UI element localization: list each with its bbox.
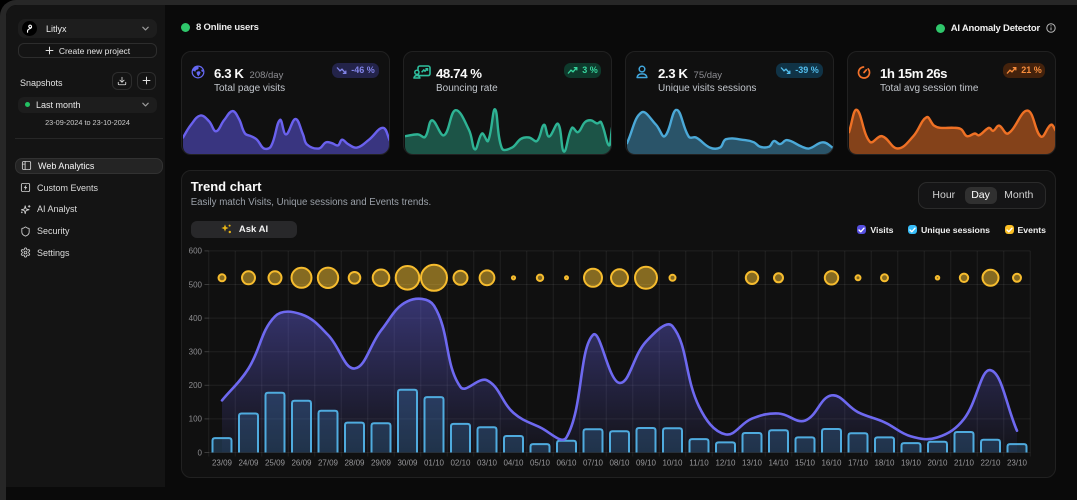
svg-text:30/09: 30/09 [397,459,418,468]
svg-text:22/10: 22/10 [980,459,1001,468]
svg-text:16/10: 16/10 [821,459,842,468]
svg-text:500: 500 [189,280,203,289]
svg-text:26/09: 26/09 [291,459,312,468]
svg-text:12/10: 12/10 [715,459,736,468]
svg-text:01/10: 01/10 [424,459,445,468]
svg-text:14/10: 14/10 [768,459,789,468]
svg-text:20/10: 20/10 [927,459,948,468]
svg-text:18/10: 18/10 [874,459,895,468]
svg-text:600: 600 [189,247,203,256]
svg-text:15/10: 15/10 [795,459,816,468]
svg-text:24/09: 24/09 [238,459,259,468]
svg-text:21/10: 21/10 [954,459,975,468]
svg-text:17/10: 17/10 [848,459,869,468]
svg-text:25/09: 25/09 [265,459,286,468]
svg-text:04/10: 04/10 [503,459,524,468]
svg-text:27/09: 27/09 [318,459,339,468]
svg-text:100: 100 [189,415,203,424]
svg-text:10/10: 10/10 [662,459,683,468]
svg-text:29/09: 29/09 [371,459,392,468]
svg-text:300: 300 [189,348,203,357]
svg-text:09/10: 09/10 [636,459,657,468]
svg-text:28/09: 28/09 [344,459,365,468]
svg-text:19/10: 19/10 [901,459,922,468]
svg-text:23/10: 23/10 [1007,459,1028,468]
svg-text:02/10: 02/10 [450,459,471,468]
svg-text:07/10: 07/10 [583,459,604,468]
svg-text:400: 400 [189,314,203,323]
svg-text:08/10: 08/10 [609,459,630,468]
svg-text:03/10: 03/10 [477,459,498,468]
svg-text:13/10: 13/10 [742,459,763,468]
svg-text:200: 200 [189,381,203,390]
svg-text:06/10: 06/10 [556,459,577,468]
svg-text:0: 0 [198,448,203,457]
svg-text:05/10: 05/10 [530,459,551,468]
svg-text:11/10: 11/10 [689,459,709,468]
svg-text:23/09: 23/09 [212,459,233,468]
